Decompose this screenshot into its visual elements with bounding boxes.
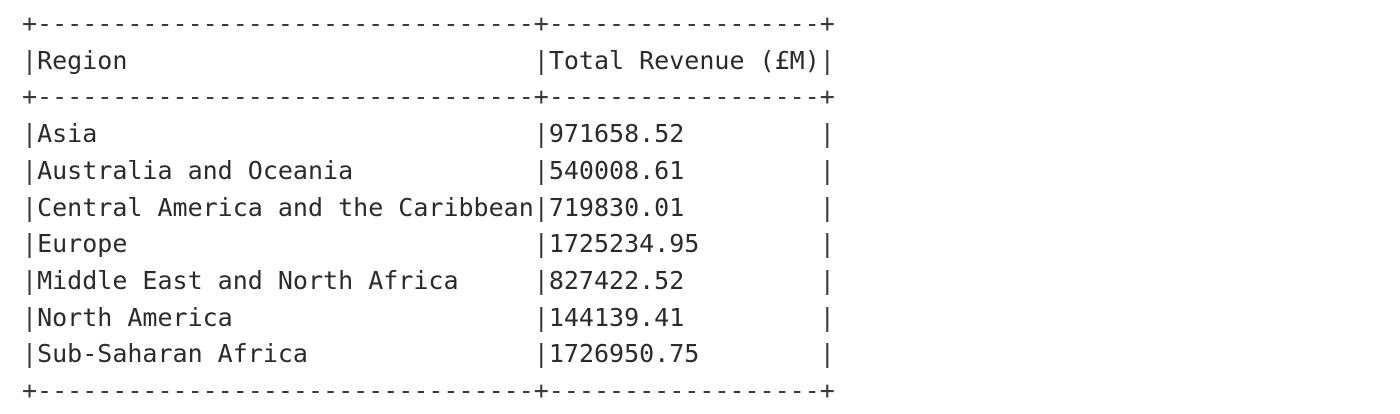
cell-separator: | [533,155,549,185]
cell-separator: | [819,45,835,75]
cell-separator: | [22,302,38,332]
revenue-cell: 1725234.95 [548,229,700,259]
cell-separator: | [533,302,549,332]
table-row: |Central America and the Caribbean|71983… [22,190,835,227]
table-row: |North America |144139.41 | [22,300,835,337]
table-header-border: +---------------------------------+-----… [22,82,835,112]
table-row: |Middle East and North Africa |827422.52… [22,263,835,300]
cell-separator: | [22,229,38,259]
region-cell: Region [37,45,128,75]
revenue-cell: Total Revenue (£M) [548,45,820,75]
cell-separator: | [819,339,835,369]
table-row: |Australia and Oceania |540008.61 | [22,153,835,190]
cell-separator: | [533,265,549,295]
cell-separator: | [22,155,38,185]
region-cell: Middle East and North Africa [37,265,459,295]
table-bottom-border: +---------------------------------+-----… [22,376,835,406]
ascii-table: +---------------------------------+-----… [22,6,835,410]
cell-separator: | [533,119,549,149]
revenue-cell: 144139.41 [548,302,685,332]
region-cell: Central America and the Caribbean [37,192,534,222]
cell-separator: | [819,265,835,295]
cell-separator: | [819,229,835,259]
revenue-cell: 719830.01 [548,192,685,222]
cell-separator: | [533,45,549,75]
cell-separator: | [533,339,549,369]
revenue-cell: 1726950.75 [548,339,700,369]
table-row: |Asia |971658.52 | [22,116,835,153]
cell-separator: | [22,45,38,75]
cell-separator: | [819,119,835,149]
cell-separator: | [22,119,38,149]
cell-separator: | [533,192,549,222]
cell-separator: | [533,229,549,259]
region-cell: Asia [37,119,98,149]
cell-separator: | [22,339,38,369]
revenue-cell: 827422.52 [548,265,685,295]
cell-separator: | [819,302,835,332]
region-cell: Australia and Oceania [37,155,354,185]
cell-separator: | [819,155,835,185]
cell-separator: | [22,265,38,295]
region-cell: Sub-Saharan Africa [37,339,308,369]
table-row: |Sub-Saharan Africa |1726950.75 | [22,336,835,373]
table-row: |Europe |1725234.95 | [22,226,835,263]
region-cell: North America [37,302,233,332]
region-cell: Europe [37,229,128,259]
cell-separator: | [819,192,835,222]
revenue-cell: 971658.52 [548,119,685,149]
cell-separator: | [22,192,38,222]
table-top-border: +---------------------------------+-----… [22,9,835,38]
table-header-row: |Region |Total Revenue (£M)| [22,43,835,80]
revenue-cell: 540008.61 [548,155,685,185]
